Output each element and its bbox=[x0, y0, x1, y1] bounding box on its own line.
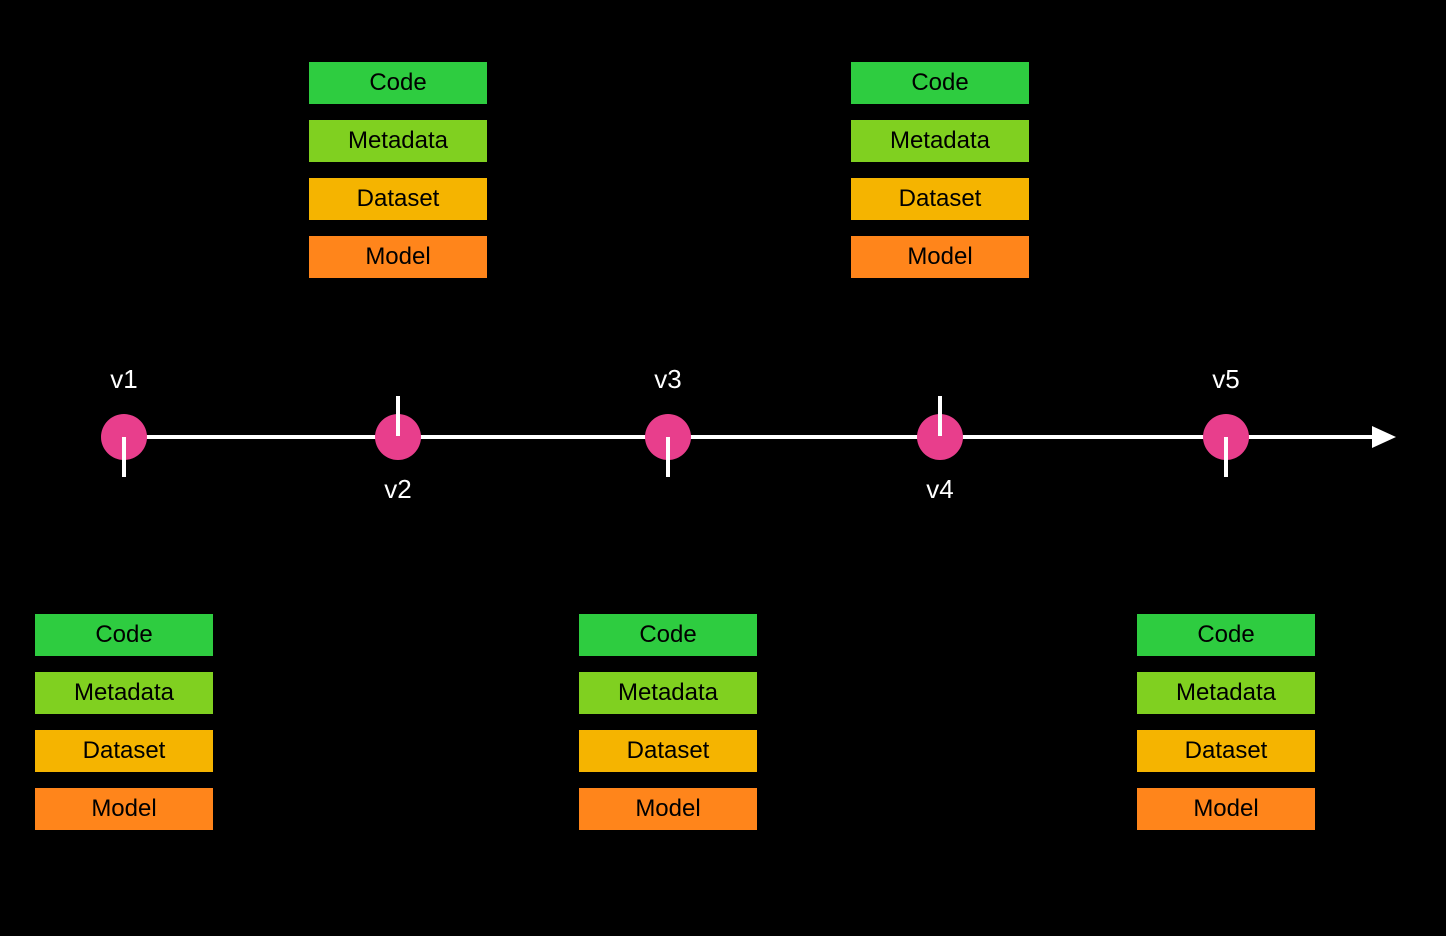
chip-dataset: Dataset bbox=[35, 730, 213, 772]
chip-model: Model bbox=[309, 236, 487, 278]
artifact-stack: Code Metadata Dataset Model bbox=[1137, 614, 1315, 830]
timeline-arrowhead-icon bbox=[1372, 426, 1396, 448]
chip-metadata: Metadata bbox=[1137, 672, 1315, 714]
chip-dataset: Dataset bbox=[579, 730, 757, 772]
chip-model: Model bbox=[851, 236, 1029, 278]
timeline-tick bbox=[666, 437, 670, 477]
chip-code: Code bbox=[309, 62, 487, 104]
timeline-tick bbox=[938, 396, 942, 436]
artifact-stack: Code Metadata Dataset Model bbox=[35, 614, 213, 830]
chip-metadata: Metadata bbox=[35, 672, 213, 714]
chip-code: Code bbox=[1137, 614, 1315, 656]
chip-model: Model bbox=[1137, 788, 1315, 830]
version-label: v3 bbox=[628, 364, 708, 395]
chip-model: Model bbox=[579, 788, 757, 830]
diagram-canvas: v1 Code Metadata Dataset Model v2 Code M… bbox=[0, 0, 1446, 936]
version-label: v4 bbox=[900, 474, 980, 505]
chip-metadata: Metadata bbox=[309, 120, 487, 162]
chip-code: Code bbox=[35, 614, 213, 656]
artifact-stack: Code Metadata Dataset Model bbox=[579, 614, 757, 830]
chip-metadata: Metadata bbox=[851, 120, 1029, 162]
version-label: v2 bbox=[358, 474, 438, 505]
version-label: v1 bbox=[84, 364, 164, 395]
chip-model: Model bbox=[35, 788, 213, 830]
chip-metadata: Metadata bbox=[579, 672, 757, 714]
chip-dataset: Dataset bbox=[851, 178, 1029, 220]
timeline-axis bbox=[115, 435, 1376, 439]
chip-dataset: Dataset bbox=[1137, 730, 1315, 772]
artifact-stack: Code Metadata Dataset Model bbox=[851, 62, 1029, 278]
timeline-tick bbox=[122, 437, 126, 477]
version-label: v5 bbox=[1186, 364, 1266, 395]
timeline-tick bbox=[1224, 437, 1228, 477]
chip-code: Code bbox=[579, 614, 757, 656]
timeline-tick bbox=[396, 396, 400, 436]
artifact-stack: Code Metadata Dataset Model bbox=[309, 62, 487, 278]
chip-dataset: Dataset bbox=[309, 178, 487, 220]
chip-code: Code bbox=[851, 62, 1029, 104]
